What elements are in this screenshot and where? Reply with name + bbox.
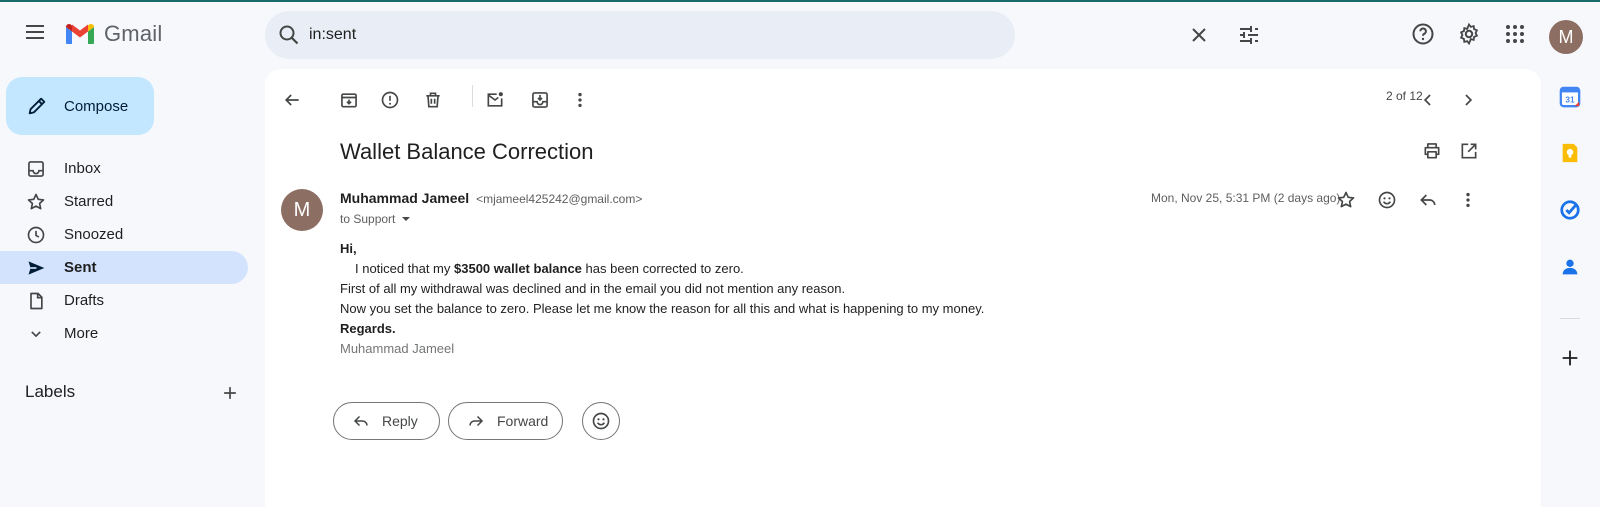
sidebar-item-drafts[interactable]: Drafts	[0, 284, 248, 317]
keep-app-icon[interactable]	[1558, 141, 1582, 165]
get-addons-plus-icon[interactable]	[1558, 346, 1582, 370]
draft-icon	[26, 291, 46, 311]
inbox-icon	[26, 159, 46, 179]
report-spam-icon[interactable]	[373, 83, 407, 117]
reply-arrow-icon	[353, 415, 368, 427]
email-date: Mon, Nov 25, 5:31 PM (2 days ago)	[1151, 191, 1341, 205]
reply-label: Reply	[382, 413, 418, 429]
sidebar-nav: Inbox Starred Snoozed Sent Drafts More	[0, 152, 248, 350]
sidebar-item-label: Drafts	[64, 292, 105, 309]
sidebar-item-more[interactable]: More	[0, 317, 248, 350]
sender-email: <mjameel425242@gmail.com>	[476, 192, 643, 206]
open-in-new-window-icon[interactable]	[1452, 134, 1486, 168]
tasks-app-icon[interactable]	[1558, 198, 1582, 222]
main-menu-button[interactable]	[14, 11, 56, 53]
star-icon	[26, 192, 46, 212]
reply-icon[interactable]	[1411, 183, 1445, 217]
calendar-app-icon[interactable]: 31	[1558, 85, 1582, 109]
older-chevron-right-icon[interactable]	[1451, 83, 1485, 117]
message-view: 2 of 12 Wallet Balance Correction M Muha…	[265, 69, 1541, 507]
sidebar-item-sent[interactable]: Sent	[0, 251, 248, 284]
sender-line: Muhammad Jameel <mjameel425242@gmail.com…	[340, 190, 642, 206]
forward-button[interactable]: Forward	[448, 402, 563, 440]
search-bar	[265, 11, 1258, 59]
compose-label: Compose	[64, 97, 129, 115]
header: Gmail M	[0, 2, 1600, 66]
apps-grid-icon[interactable]	[1503, 22, 1527, 46]
sidebar-item-label: Snoozed	[64, 226, 124, 243]
clock-icon	[26, 225, 46, 245]
recipient-details[interactable]: to Support	[340, 212, 411, 226]
mark-unread-icon[interactable]	[478, 83, 512, 117]
compose-button[interactable]: Compose	[6, 77, 154, 135]
contacts-app-icon[interactable]	[1558, 255, 1582, 279]
reply-button[interactable]: Reply	[333, 402, 440, 440]
body-line-2: First of all my withdrawal was declined …	[340, 281, 846, 296]
email-subject: Wallet Balance Correction	[340, 139, 594, 164]
back-arrow-icon[interactable]	[275, 83, 309, 117]
print-icon[interactable]	[1415, 134, 1449, 168]
pencil-icon	[28, 97, 46, 115]
chevron-down-icon	[26, 324, 46, 344]
gmail-logo[interactable]: Gmail	[64, 21, 162, 47]
sidebar-item-label: More	[64, 325, 99, 342]
delete-trash-icon[interactable]	[416, 83, 450, 117]
search-input[interactable]	[309, 23, 869, 47]
body-greeting: Hi,	[340, 241, 357, 256]
gmail-m-icon	[66, 24, 94, 44]
send-icon	[26, 258, 46, 278]
smiley-icon	[592, 412, 610, 430]
sidebar-item-snoozed[interactable]: Snoozed	[0, 218, 248, 251]
sidebar-item-label: Inbox	[64, 160, 101, 177]
message-more-vert-icon[interactable]	[1451, 183, 1485, 217]
body-line-1: I noticed that my $3500 wallet balance h…	[355, 261, 744, 276]
emoji-react-button[interactable]	[582, 402, 620, 440]
help-icon[interactable]	[1411, 22, 1435, 46]
forward-label: Forward	[497, 413, 549, 429]
sender-name[interactable]: Muhammad Jameel	[340, 190, 469, 206]
email-body: Hi, I noticed that my $3500 wallet balan…	[340, 239, 984, 359]
add-label-plus-icon[interactable]	[220, 383, 240, 403]
more-vert-icon[interactable]	[563, 83, 597, 117]
settings-gear-icon[interactable]	[1457, 22, 1481, 46]
body-bold-amount: $3500 wallet balance	[454, 261, 582, 276]
body-signature: Muhammad Jameel	[340, 341, 455, 356]
newer-chevron-left-icon[interactable]	[1411, 83, 1445, 117]
labels-heading: Labels	[25, 382, 76, 401]
search-icon[interactable]	[277, 23, 301, 47]
hamburger-icon	[26, 25, 44, 39]
move-to-icon[interactable]	[523, 83, 557, 117]
search-options-icon[interactable]	[1237, 23, 1261, 47]
sidebar-item-label: Sent	[64, 259, 97, 276]
recipient-text: to Support	[340, 212, 396, 226]
app-name: Gmail	[104, 21, 163, 46]
toolbar-divider	[472, 85, 473, 107]
emoji-react-icon[interactable]	[1370, 183, 1404, 217]
sidebar-item-label: Starred	[64, 193, 114, 210]
body-line-3: Now you set the balance to zero. Please …	[340, 301, 985, 316]
body-regards: Regards.	[340, 321, 396, 336]
svg-text:31: 31	[1565, 96, 1575, 105]
sidebar-item-inbox[interactable]: Inbox	[0, 152, 248, 185]
archive-icon[interactable]	[332, 83, 366, 117]
sender-avatar[interactable]: M	[281, 189, 323, 231]
forward-arrow-icon	[469, 415, 484, 427]
account-avatar[interactable]: M	[1549, 20, 1583, 54]
clear-search-icon[interactable]	[1187, 23, 1211, 47]
star-message-icon[interactable]	[1329, 183, 1363, 217]
rail-divider	[1560, 318, 1580, 319]
sidebar-item-starred[interactable]: Starred	[0, 185, 248, 218]
caret-down-icon[interactable]	[401, 214, 411, 224]
